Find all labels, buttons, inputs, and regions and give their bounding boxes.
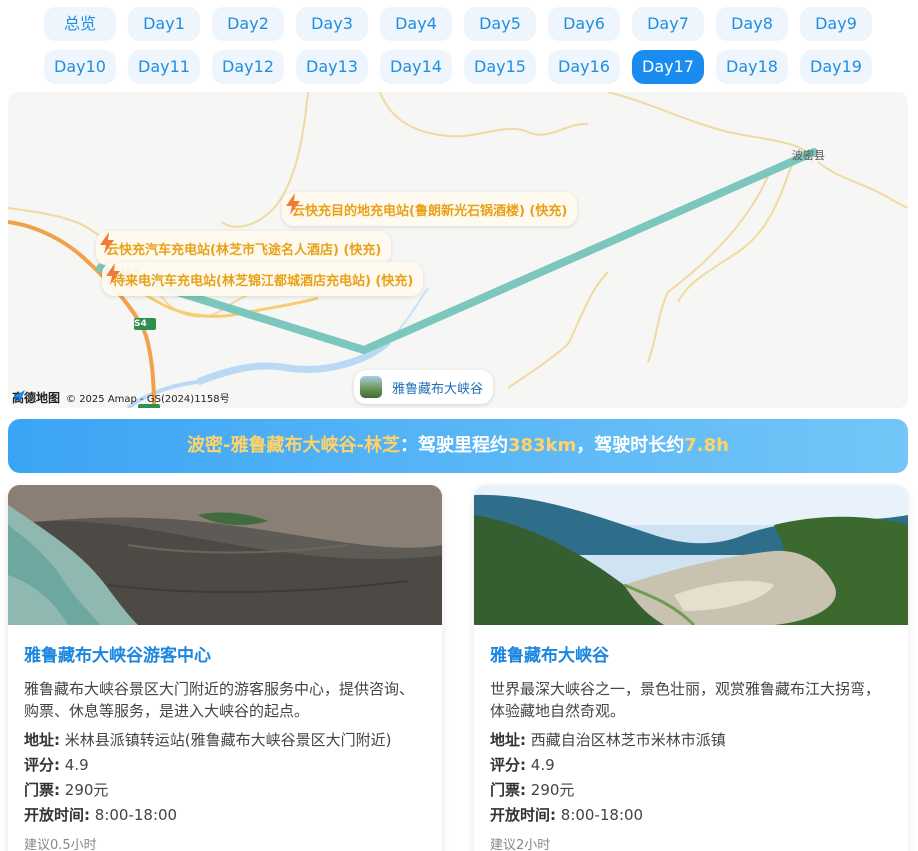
attraction-photo-rocky-river [8,485,442,625]
amap-logo-icon [13,390,25,402]
rating-value: 4.9 [64,756,89,774]
duration-value: 7.8h [684,435,729,456]
ticket-label: 门票: [24,781,60,799]
tab-day18[interactable]: Day18 [716,50,788,84]
tab-day5[interactable]: Day5 [464,7,536,41]
charging-station-callout[interactable]: 云快充目的地充电站(鲁朗新光石锅酒楼) (快充) [282,192,578,226]
attraction-card[interactable]: 雅鲁藏布大峡谷游客中心 雅鲁藏布大峡谷景区大门附近的游客服务中心，提供咨询、购票… [8,485,442,851]
charging-station-callout[interactable]: 特来电汽车充电站(林芝锦江都城酒店充电站) (快充) [102,262,424,296]
suggested-duration: 建议0.5小时 [24,838,97,851]
attraction-description: 世界最深大峡谷之一，景色壮丽，观赏雅鲁藏布江大拐弯，体验藏地自然奇观。 [490,680,881,720]
hours-label: 开放时间: [490,806,556,824]
map-copyright: © 2025 Amap - GS(2024)1158号 [66,394,230,405]
attraction-title: 雅鲁藏布大峡谷 [490,646,609,666]
charging-station-label: 云快充汽车充电站(林芝市飞途名人酒店) (快充) [106,242,382,258]
tab-day4[interactable]: Day4 [380,7,452,41]
attraction-photo-canyon-valley [474,485,908,625]
tab-day12[interactable]: Day12 [212,50,284,84]
attraction-rating: 评分: 4.9 [24,753,426,778]
distance-prefix: 驾驶里程约 [417,435,508,456]
ticket-value: 290元 [530,781,575,799]
attraction-hours: 开放时间: 8:00-18:00 [490,803,892,828]
tab-day1[interactable]: Day1 [128,7,200,41]
tab-day16[interactable]: Day16 [548,50,620,84]
rating-value: 4.9 [530,756,555,774]
place-label-bomi: 波密县 [792,149,825,162]
tab-day8[interactable]: Day8 [716,7,788,41]
route-summary-banner: 波密-雅鲁藏布大峡谷-林芝：驾驶里程约383km，驾驶时长约7.8h [8,419,908,473]
hours-value: 8:00-18:00 [94,806,178,824]
ticket-value: 290元 [64,781,109,799]
attraction-ticket: 门票: 290元 [490,778,892,803]
tab-day2[interactable]: Day2 [212,7,284,41]
distance-value: 383km [507,435,577,456]
tab-day9[interactable]: Day9 [800,7,872,41]
tab-overview[interactable]: 总览 [44,7,116,41]
tab-day13[interactable]: Day13 [296,50,368,84]
tab-day10[interactable]: Day10 [44,50,116,84]
route-name: 波密-雅鲁藏布大峡谷-林芝 [187,435,400,456]
suggested-duration: 建议2小时 [490,838,551,851]
lightning-icon [100,232,114,254]
ticket-label: 门票: [490,781,526,799]
attraction-address: 地址: 米林县派镇转运站(雅鲁藏布大峡谷景区大门附近) [24,728,426,753]
tab-day14[interactable]: Day14 [380,50,452,84]
poi-thumbnail [360,376,382,398]
route-comma: ， [576,435,595,456]
address-label: 地址: [24,731,60,749]
lightning-icon [286,193,300,215]
attraction-hours: 开放时间: 8:00-18:00 [24,803,426,828]
attraction-rating: 评分: 4.9 [490,753,892,778]
attraction-description: 雅鲁藏布大峡谷景区大门附近的游客服务中心，提供咨询、购票、休息等服务，是进入大峡… [24,680,415,720]
duration-prefix: 驾驶时长约 [594,435,685,456]
poi-marker-grand-canyon[interactable]: 雅鲁藏布大峡谷 [354,370,494,404]
address-label: 地址: [490,731,526,749]
charging-station-label: 特来电汽车充电站(林芝锦江都城酒店充电站) (快充) [112,273,414,289]
rating-label: 评分: [24,756,60,774]
charging-station-callout[interactable]: 云快充汽车充电站(林芝市飞途名人酒店) (快充) [96,231,392,265]
attraction-ticket: 门票: 290元 [24,778,426,803]
attraction-title: 雅鲁藏布大峡谷游客中心 [24,646,211,666]
tab-day19[interactable]: Day19 [800,50,872,84]
lightning-icon [106,263,120,285]
address-value: 米林县派镇转运站(雅鲁藏布大峡谷景区大门附近) [64,731,392,749]
hours-value: 8:00-18:00 [560,806,644,824]
route-sep: ： [399,435,418,456]
route-map[interactable]: S4 波密县 林芝 云快充目的地充电站(鲁朗新光石锅酒楼) (快充) 云快充汽车… [8,92,908,408]
poi-label: 雅鲁藏布大峡谷 [392,381,484,397]
hours-label: 开放时间: [24,806,90,824]
tab-day15[interactable]: Day15 [464,50,536,84]
map-attribution: 高德地图 © 2025 Amap - GS(2024)1158号 [12,389,230,406]
address-value: 西藏自治区林芝市米林市派镇 [530,731,726,749]
rating-label: 评分: [490,756,526,774]
attraction-card[interactable]: 雅鲁藏布大峡谷 世界最深大峡谷之一，景色壮丽，观赏雅鲁藏布江大拐弯，体验藏地自然… [474,485,908,851]
attraction-address: 地址: 西藏自治区林芝市米林市派镇 [490,728,892,753]
charging-station-label: 云快充目的地充电站(鲁朗新光石锅酒楼) (快充) [292,203,568,219]
tab-day3[interactable]: Day3 [296,7,368,41]
tab-day6[interactable]: Day6 [548,7,620,41]
tab-day7[interactable]: Day7 [632,7,704,41]
tab-day17[interactable]: Day17 [632,50,704,84]
tab-day11[interactable]: Day11 [128,50,200,84]
road-shield-label: S4 [134,319,147,329]
